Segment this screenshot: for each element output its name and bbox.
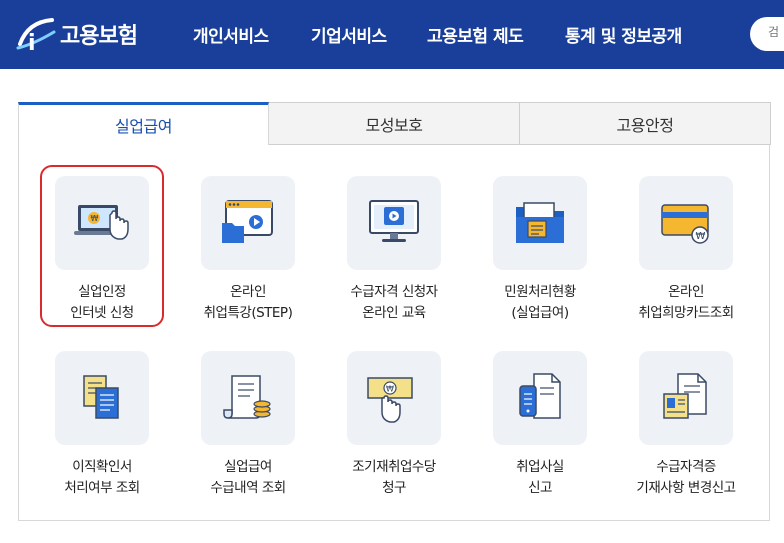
service-label-line1: 실업인정 <box>78 284 126 300</box>
tab-unemployment-benefit[interactable]: 실업급여 <box>18 102 269 145</box>
service-item-separation-confirmation[interactable]: 이직확인서 처리여부 조회 <box>29 351 175 511</box>
service-label-line2: 기재사항 변경신고 <box>636 480 736 496</box>
service-label-line2: 취업특강(STEP) <box>203 305 293 321</box>
logo-mark-icon: i <box>16 18 56 54</box>
logo-text: 고용보험 <box>60 24 138 49</box>
service-icon-box <box>639 351 733 445</box>
service-icon-box <box>493 176 587 270</box>
service-label-line2: 수급내역 조회 <box>210 480 286 496</box>
service-item-online-education[interactable]: 수급자격 신청자 온라인 교육 <box>321 176 467 336</box>
service-item-early-reemployment[interactable]: ₩ 조기재취업수당 청구 <box>321 351 467 511</box>
service-icon-box <box>201 176 295 270</box>
service-label-line1: 민원처리현황 <box>504 284 576 300</box>
svg-text:₩: ₩ <box>91 214 99 223</box>
card-coin-icon: ₩ <box>661 204 709 244</box>
service-icon-box <box>347 176 441 270</box>
svg-text:₩: ₩ <box>696 231 706 242</box>
site-logo[interactable]: i 고용보험 <box>14 14 138 54</box>
search-input[interactable] <box>768 25 784 39</box>
service-icon-box: ₩ <box>55 176 149 270</box>
service-label-line1: 온라인 <box>230 284 266 300</box>
service-label-line1: 수급자격증 <box>656 459 716 475</box>
service-item-employment-report[interactable]: 취업사실 신고 <box>467 351 613 511</box>
video-folder-icon <box>222 200 273 243</box>
service-label-line2: 취업희망카드조회 <box>638 305 734 321</box>
svg-text:₩: ₩ <box>386 385 394 394</box>
service-label-line1: 조기재취업수당 <box>352 459 436 475</box>
service-icon-box <box>201 351 295 445</box>
certificate-icon <box>663 373 707 419</box>
service-label-line1: 수급자격 신청자 <box>350 284 438 300</box>
service-item-unemployment-certification[interactable]: ₩ 실업인정 인터넷 신청 <box>29 176 175 336</box>
service-label-line2: 처리여부 조회 <box>64 480 140 496</box>
service-item-certificate-change[interactable]: 수급자격증 기재사항 변경신고 <box>613 351 759 511</box>
search-box[interactable] <box>750 17 784 51</box>
service-item-benefit-history[interactable]: 실업급여 수급내역 조회 <box>175 351 321 511</box>
svg-text:i: i <box>28 31 36 54</box>
service-icon-box <box>493 351 587 445</box>
service-icon-box <box>55 351 149 445</box>
service-item-complaint-status[interactable]: 민원처리현황 (실업급여) <box>467 176 613 336</box>
bill-hand-icon: ₩ <box>367 377 413 423</box>
service-label-line2: 온라인 교육 <box>362 305 426 321</box>
site-header: i 고용보험 개인서비스 기업서비스 고용보험 제도 통계 및 정보공개 <box>0 0 784 69</box>
nav-insurance-system[interactable]: 고용보험 제도 <box>427 22 524 47</box>
service-item-job-hope-card[interactable]: ₩ 온라인 취업희망카드조회 <box>613 176 759 336</box>
nav-business-services[interactable]: 기업서비스 <box>311 22 387 47</box>
service-icon-box: ₩ <box>639 176 733 270</box>
service-label-line2: 신고 <box>528 480 552 496</box>
service-label-line1: 온라인 <box>668 284 704 300</box>
service-label-line2: 청구 <box>382 480 406 496</box>
folder-document-icon <box>516 202 564 243</box>
service-label-line1: 취업사실 <box>516 459 564 475</box>
monitor-play-icon <box>369 200 419 242</box>
tab-maternity-protection[interactable]: 모성보호 <box>269 102 520 145</box>
tab-bar: 실업급여 모성보호 고용안정 <box>18 102 771 145</box>
nav-statistics-info[interactable]: 통계 및 정보공개 <box>565 22 682 47</box>
scroll-coins-icon <box>223 375 271 419</box>
service-label-line2: 인터넷 신청 <box>70 305 134 321</box>
service-label-line1: 실업급여 <box>224 459 272 475</box>
service-label-line2: (실업급여) <box>511 305 569 321</box>
service-item-online-lecture[interactable]: 온라인 취업특강(STEP) <box>175 176 321 336</box>
documents-icon <box>83 375 119 419</box>
phone-document-icon <box>519 373 561 419</box>
service-label-line1: 이직확인서 <box>72 459 132 475</box>
nav-personal-services[interactable]: 개인서비스 <box>193 22 269 47</box>
laptop-hand-icon: ₩ <box>74 205 129 240</box>
service-icon-box: ₩ <box>347 351 441 445</box>
tab-employment-stability[interactable]: 고용안정 <box>520 102 771 145</box>
